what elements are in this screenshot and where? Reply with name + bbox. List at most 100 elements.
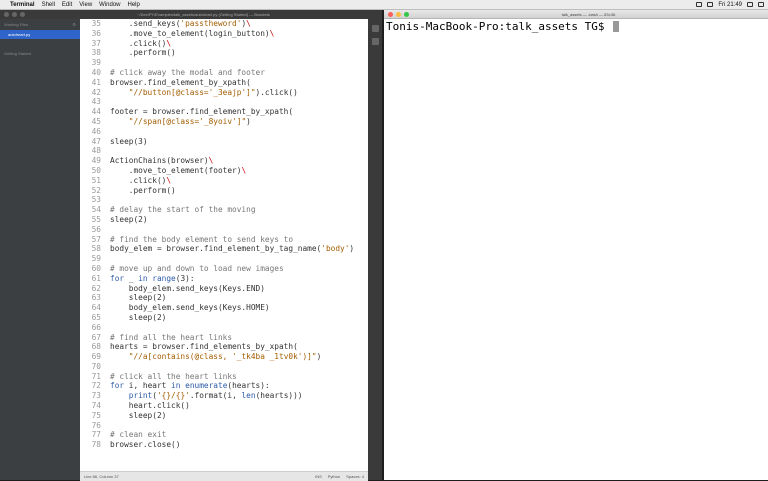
code-line[interactable]: 49 ActionChains(browser)\ (80, 156, 368, 166)
code-line[interactable]: 36 .move_to_element(login_button)\ (80, 29, 368, 39)
fold-gutter (105, 362, 110, 372)
code-line[interactable]: 77 # clean exit (80, 430, 368, 440)
terminal-titlebar: talk_assets — -bash — 63×36 (384, 10, 768, 19)
terminal-window: talk_assets — -bash — 63×36 Tonis-MacBoo… (384, 10, 768, 480)
wifi-icon[interactable] (696, 2, 703, 7)
code-line[interactable]: 67 # find all the heart links (80, 333, 368, 343)
code-line[interactable]: 47 sleep(3) (80, 137, 368, 147)
code-line[interactable]: 38 .perform() (80, 48, 368, 58)
menu-bar: Terminal Shell Edit View Window Help Fri… (0, 0, 768, 10)
code-line[interactable]: 48 (80, 146, 368, 156)
code-line[interactable]: 72 for i, heart in enumerate(hearts): (80, 381, 368, 391)
code-line[interactable]: 68 hearts = browser.find_elements_by_xpat… (80, 342, 368, 352)
code-line[interactable]: 74 heart.click() (80, 401, 368, 411)
code-line[interactable]: 66 (80, 323, 368, 333)
code-text: "//span[@class='_8yoiv']") (128, 116, 251, 126)
code-line[interactable]: 46 (80, 127, 368, 137)
notification-icon[interactable] (758, 2, 764, 7)
code-editor[interactable]: 35 .send_keys('passtheword')\ 36 .move_to… (80, 19, 368, 471)
search-icon[interactable] (747, 2, 753, 7)
code-line[interactable]: 50 .move_to_element(footer)\ (80, 166, 368, 176)
code-line[interactable]: 52 .perform() (80, 186, 368, 196)
live-preview-icon[interactable] (371, 25, 379, 32)
menu-help[interactable]: Help (128, 2, 140, 8)
code-line[interactable]: 53 (80, 195, 368, 205)
line-number: 72 (91, 381, 101, 391)
code-line[interactable]: 73 print('{}/{}'.format(i, len(hearts))) (80, 391, 368, 401)
clock[interactable]: Fri 21:49 (718, 2, 742, 8)
code-text: footer = browser.find_element_by_xpath( (110, 107, 294, 117)
close-button[interactable] (4, 12, 9, 17)
line-number: 42 (91, 87, 101, 97)
line-number: 70 (91, 361, 101, 371)
project-label[interactable]: Getting Started (0, 39, 80, 56)
shell-prompt: Tonis-MacBook-Pro:talk_assets TG$ (386, 20, 612, 33)
code-line[interactable]: 62 body_elem.send_keys(Keys.END) (80, 284, 368, 294)
code-line[interactable]: 45 "//span[@class='_8yoiv']") (80, 117, 368, 127)
code-line[interactable]: 57 # find the body element to send keys t… (80, 235, 368, 245)
terminal-output[interactable]: Tonis-MacBook-Pro:talk_assets TG$ (386, 20, 620, 33)
mode-indicator[interactable]: INS (315, 474, 322, 479)
code-line[interactable]: 43 (80, 97, 368, 107)
code-line[interactable]: 75 sleep(2) (80, 411, 368, 421)
code-line[interactable]: 71 # click all the heart links (80, 372, 368, 382)
menu-view[interactable]: View (79, 2, 92, 8)
code-text: # find the body element to send keys to (110, 234, 294, 244)
fold-gutter (105, 58, 110, 68)
code-line[interactable]: 55 sleep(2) (80, 215, 368, 225)
line-number: 78 (91, 440, 101, 450)
code-line[interactable]: 64 body_elem.send_keys(Keys.HOME) (80, 303, 368, 313)
menu-window[interactable]: Window (99, 2, 120, 8)
sidebar-file-autoheart[interactable]: autoheart.py (0, 30, 80, 39)
code-text: # find all the heart links (110, 332, 233, 342)
code-line[interactable]: 54 # delay the start of the moving (80, 205, 368, 215)
code-text: body_elem = browser.find_element_by_tag_… (110, 244, 355, 254)
minimize-button[interactable] (12, 12, 17, 17)
battery-icon[interactable] (707, 2, 714, 7)
gear-icon[interactable]: ⚙ (72, 22, 76, 27)
line-number: 59 (91, 254, 101, 264)
fold-gutter (105, 97, 110, 107)
code-line[interactable]: 37 .click()\ (80, 39, 368, 49)
code-line[interactable]: 41 browser.find_element_by_xpath( (80, 78, 368, 88)
code-line[interactable]: 70 (80, 362, 368, 372)
code-line[interactable]: 39 (80, 58, 368, 68)
indent-setting[interactable]: Spaces: 4 (346, 474, 364, 479)
code-line[interactable]: 44 footer = browser.find_element_by_xpath… (80, 107, 368, 117)
code-line[interactable]: 51 .click()\ (80, 176, 368, 186)
code-line[interactable]: 65 sleep(2) (80, 313, 368, 323)
code-line[interactable]: 69 "//a[contains(@class, '_tk4ba _1tv0k'… (80, 352, 368, 362)
line-number: 39 (91, 58, 101, 68)
menu-edit[interactable]: Edit (62, 2, 72, 8)
line-number: 43 (91, 97, 101, 107)
menu-shell[interactable]: Shell (42, 2, 55, 8)
code-line[interactable]: 40 # click away the modal and footer (80, 68, 368, 78)
code-line[interactable]: 56 (80, 225, 368, 235)
code-line[interactable]: 42 "//button[@class='_3eajp']").click() (80, 88, 368, 98)
code-text: ActionChains(browser)\ (110, 156, 214, 166)
code-text: # click all the heart links (110, 371, 237, 381)
code-line[interactable]: 78 browser.close() (80, 440, 368, 450)
code-line[interactable]: 58 body_elem = browser.find_element_by_ta… (80, 244, 368, 254)
editor-title: ~/Dev/PY/Examples/talk_assets/autoheart.… (137, 12, 270, 17)
menu-terminal[interactable]: Terminal (10, 2, 35, 8)
terminal-title: talk_assets — -bash — 63×36 (561, 11, 616, 17)
minimize-button[interactable] (396, 11, 401, 17)
code-line[interactable]: 63 sleep(2) (80, 293, 368, 303)
line-number: 53 (91, 195, 101, 205)
language-selector[interactable]: Python (328, 474, 340, 479)
code-text: sleep(3) (110, 136, 148, 146)
code-text: .click()\ (110, 38, 172, 48)
code-text: body_elem.send_keys(Keys.END) (110, 283, 265, 293)
extensions-icon[interactable] (371, 38, 379, 45)
code-line[interactable]: 76 (80, 421, 368, 431)
code-line[interactable]: 35 .send_keys('passtheword')\ (80, 19, 368, 29)
close-button[interactable] (388, 11, 393, 17)
code-line[interactable]: 60 # move up and down to load new images (80, 264, 368, 274)
line-number: 47 (91, 136, 101, 146)
line-number: 62 (91, 283, 101, 293)
line-number: 73 (91, 391, 101, 401)
code-line[interactable]: 61 for _ in range(3): (80, 274, 368, 284)
working-files-label: Working Files (4, 22, 29, 27)
code-line[interactable]: 59 (80, 254, 368, 264)
